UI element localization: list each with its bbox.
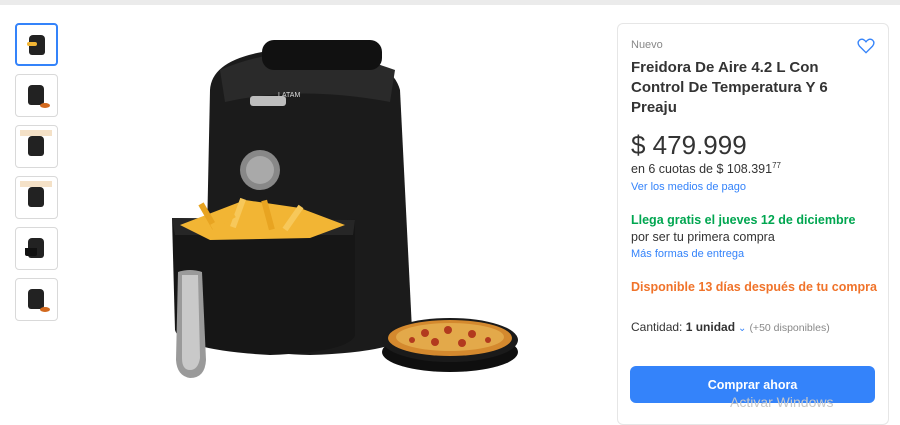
airfryer-thumb-icon bbox=[28, 85, 44, 105]
basket-thumb-icon bbox=[25, 248, 37, 256]
chrome-strip bbox=[250, 96, 286, 106]
thumbnail-3[interactable] bbox=[15, 125, 58, 168]
airfryer-thumb-icon bbox=[28, 289, 44, 309]
availability-text: Disponible 13 días después de tu compra bbox=[631, 280, 877, 294]
thumbnail-6[interactable] bbox=[15, 278, 58, 321]
pizza-thumb-icon bbox=[40, 103, 50, 108]
condition-label: Nuevo bbox=[631, 39, 663, 51]
delivery-info: Llega gratis el jueves 12 de diciembre p… bbox=[631, 212, 876, 246]
thumbnail-gallery bbox=[15, 23, 59, 329]
airfryer-thumb-icon bbox=[28, 136, 44, 156]
delivery-date: Llega gratis el jueves 12 de diciembre bbox=[631, 213, 856, 227]
thumbnail-5[interactable] bbox=[15, 227, 58, 270]
top-bar bbox=[0, 0, 900, 5]
thumbnail-4[interactable] bbox=[15, 176, 58, 219]
airfryer-thumb-icon bbox=[28, 187, 44, 207]
quantity-available: (+50 disponibles) bbox=[749, 322, 830, 334]
product-title: Freidora De Aire 4.2 L Con Control De Te… bbox=[631, 59, 828, 116]
fries-thumb-icon bbox=[27, 42, 37, 46]
product-price: $ 479.999 bbox=[631, 130, 747, 160]
chevron-down-icon[interactable]: ⌄ bbox=[738, 323, 746, 334]
product-main-image: LATAM bbox=[172, 40, 518, 378]
heart-icon[interactable] bbox=[856, 36, 876, 56]
thumbnail-1[interactable] bbox=[15, 23, 58, 66]
quantity-value[interactable]: 1 unidad bbox=[686, 320, 735, 334]
pizza-thumb-icon bbox=[40, 307, 50, 312]
quantity-label: Cantidad: bbox=[631, 320, 686, 334]
installments-cents: 77 bbox=[772, 161, 781, 170]
quantity-selector[interactable]: Cantidad: 1 unidad ⌄ (+50 disponibles) bbox=[631, 320, 830, 334]
purchase-card: Nuevo Freidora De Aire 4.2 L Con Control… bbox=[617, 23, 889, 425]
delivery-note: por ser tu primera compra bbox=[631, 230, 775, 244]
installments-text: en 6 cuotas de $ 108.39177 bbox=[631, 161, 781, 176]
delivery-options-link[interactable]: Más formas de entrega bbox=[631, 248, 744, 260]
installments-amount: en 6 cuotas de $ 108.391 bbox=[631, 162, 773, 177]
payment-methods-link[interactable]: Ver los medios de pago bbox=[631, 181, 746, 193]
activation-watermark: Activar Windows bbox=[730, 394, 834, 410]
thumbnail-2[interactable] bbox=[15, 74, 58, 117]
display-panel bbox=[262, 40, 382, 70]
